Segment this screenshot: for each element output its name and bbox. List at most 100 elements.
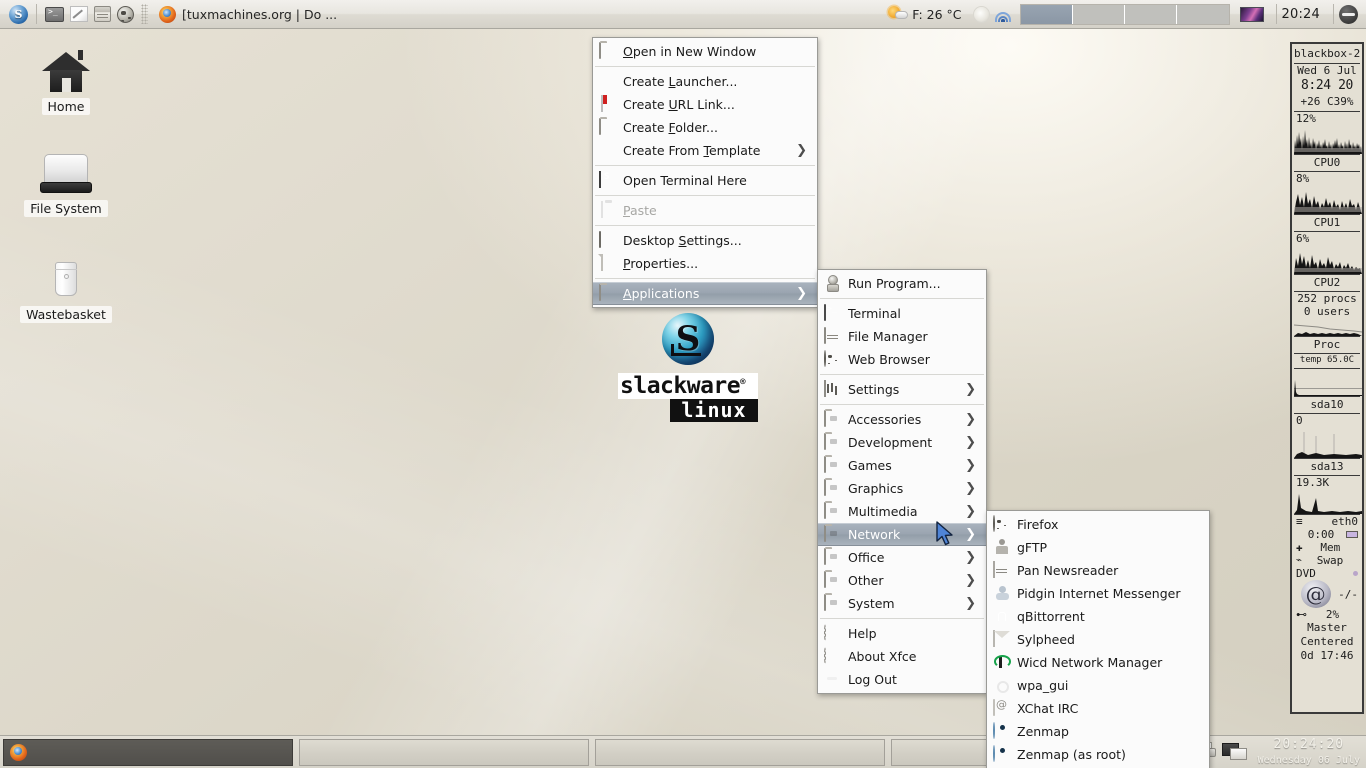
menu-item-games[interactable]: Games ❯ — [818, 454, 986, 477]
wifi-signal-icon[interactable] — [994, 7, 1012, 22]
menu-item-accessories[interactable]: Accessories ❯ — [818, 408, 986, 431]
menu-item-pan-newsreader[interactable]: Pan Newsreader — [987, 559, 1209, 582]
battery-icon — [1346, 531, 1358, 539]
menu-item-open-in-new-window[interactable]: Open in New Window — [593, 40, 817, 63]
brightness-icon[interactable] — [973, 6, 989, 22]
menu-item-create-url-link[interactable]: Create URL Link... — [593, 93, 817, 116]
folder-icon — [599, 42, 616, 60]
workspace-1[interactable] — [1020, 4, 1073, 24]
panel-separator — [1333, 4, 1334, 24]
menu-item-properties[interactable]: Properties... — [593, 252, 817, 275]
conky-mem-label: Mem — [1320, 541, 1341, 555]
menu-item-office[interactable]: Office ❯ — [818, 546, 986, 569]
slackware-orb-icon: S — [662, 313, 714, 365]
desktop-root: S [tuxmachines.org | Do ... F: 26 °C — [0, 0, 1366, 768]
logout-icon[interactable] — [1339, 4, 1358, 24]
menu-item-log-out[interactable]: Log Out — [818, 668, 986, 691]
menu-item-create-launcher[interactable]: Create Launcher... — [593, 70, 817, 93]
chevron-right-icon: ❯ — [965, 435, 976, 450]
file-manager-icon — [824, 327, 841, 345]
panel-clock[interactable]: 20:24 — [1282, 7, 1320, 22]
file-manager-launcher[interactable] — [91, 1, 114, 28]
display-settings-icon[interactable] — [1221, 742, 1248, 762]
desktop-icon-label: File System — [24, 200, 108, 217]
menu-separator — [820, 404, 984, 405]
menu-item-zenmap[interactable]: Zenmap — [987, 720, 1209, 743]
menu-item-web-browser[interactable]: Web Browser — [818, 348, 986, 371]
swap-icon: ⌁ — [1296, 555, 1303, 567]
menu-item-help[interactable]: Help — [818, 622, 986, 645]
menu-item-desktop-settings[interactable]: Desktop Settings... — [593, 229, 817, 252]
conky-swap-row: ⌁ Swap — [1294, 554, 1360, 567]
top-panel: S [tuxmachines.org | Do ... F: 26 °C — [0, 0, 1366, 29]
workspace-2[interactable] — [1072, 4, 1125, 24]
menu-separator — [595, 195, 815, 196]
bottom-clock[interactable]: 20:24:20 Wednesday 06 July — [1258, 738, 1360, 766]
menu-item-qbittorrent[interactable]: qBittorrent — [987, 605, 1209, 628]
conky-net-graph — [1294, 490, 1362, 515]
menu-item-label: Log Out — [848, 672, 897, 687]
window-button-firefox[interactable]: [tuxmachines.org | Do ... — [156, 1, 340, 28]
desktop-icon-wastebasket[interactable]: Wastebasket — [6, 258, 126, 323]
menu-item-multimedia[interactable]: Multimedia ❯ — [818, 500, 986, 523]
menu-item-label: Help — [848, 626, 877, 641]
globe-icon — [824, 350, 841, 368]
menu-item-sylpheed[interactable]: Sylpheed — [987, 628, 1209, 651]
menu-item-run-program[interactable]: Run Program... — [818, 272, 986, 295]
image-thumbnail-icon[interactable] — [1239, 6, 1264, 22]
xchat-icon — [993, 699, 1010, 717]
panel-handle[interactable] — [141, 4, 148, 24]
conky-sda10-graph — [1294, 370, 1362, 397]
menu-item-open-terminal-here[interactable]: Open Terminal Here — [593, 169, 817, 192]
web-browser-launcher[interactable] — [114, 1, 137, 28]
menu-item-network[interactable]: Network ❯ — [818, 523, 986, 546]
menu-item-zenmap-as-root[interactable]: Zenmap (as root) — [987, 743, 1209, 766]
settings-icon — [824, 380, 841, 398]
menu-item-label: Settings — [848, 382, 900, 397]
taskbar-button-1[interactable] — [3, 738, 293, 766]
menu-item-gftp[interactable]: gFTP — [987, 536, 1209, 559]
menu-item-wpa-gui[interactable]: wpa_gui — [987, 674, 1209, 697]
globe-icon — [117, 5, 134, 23]
chevron-right-icon: ❯ — [965, 504, 976, 519]
disc-icon — [1353, 571, 1358, 577]
menu-item-about-xfce[interactable]: About Xfce — [818, 645, 986, 668]
workspace-switcher[interactable] — [1019, 3, 1230, 25]
menu-item-firefox[interactable]: Firefox — [987, 513, 1209, 536]
workspace-4[interactable] — [1176, 4, 1229, 24]
folder-icon — [824, 502, 841, 520]
chevron-right-icon: ❯ — [965, 458, 976, 473]
menu-item-xchat-irc[interactable]: XChat IRC — [987, 697, 1209, 720]
menu-item-pidgin[interactable]: Pidgin Internet Messenger — [987, 582, 1209, 605]
taskbar-button-2[interactable] — [299, 738, 589, 766]
menu-item-label: About Xfce — [848, 649, 917, 664]
menu-item-development[interactable]: Development ❯ — [818, 431, 986, 454]
menu-item-label: Sylpheed — [1017, 632, 1075, 647]
slackware-menu-button[interactable]: S — [0, 1, 31, 28]
menu-item-settings[interactable]: Settings ❯ — [818, 378, 986, 401]
conky-net-row: ≡ eth0 — [1294, 515, 1360, 528]
wicd-icon — [993, 654, 1010, 671]
desktop-icon-file-system[interactable]: File System — [6, 152, 126, 217]
menu-item-file-manager[interactable]: File Manager — [818, 325, 986, 348]
menu-item-terminal[interactable]: Terminal — [818, 302, 986, 325]
taskbar-button-3[interactable] — [595, 738, 885, 766]
menu-item-applications[interactable]: Applications ❯ — [593, 282, 817, 305]
menu-item-create-folder[interactable]: Create Folder... — [593, 116, 817, 139]
menu-separator — [820, 298, 984, 299]
workspace-3[interactable] — [1124, 4, 1177, 24]
menu-item-label: Games — [848, 458, 892, 473]
terminal-launcher[interactable] — [42, 1, 67, 28]
plus-icon: ✚ — [1296, 541, 1303, 555]
blank-icon — [599, 142, 616, 159]
menu-item-label: Pan Newsreader — [1017, 563, 1119, 578]
menu-item-graphics[interactable]: Graphics ❯ — [818, 477, 986, 500]
menu-item-other[interactable]: Other ❯ — [818, 569, 986, 592]
window-button-title: [tuxmachines.org | Do ... — [182, 6, 338, 22]
conky-cpu2-label: CPU2 — [1294, 273, 1360, 292]
editor-launcher[interactable] — [67, 1, 91, 28]
menu-item-system[interactable]: System ❯ — [818, 592, 986, 615]
menu-item-wicd-network-manager[interactable]: Wicd Network Manager — [987, 651, 1209, 674]
menu-item-create-from-template[interactable]: Create From Template ❯ — [593, 139, 817, 162]
desktop-icon-home[interactable]: Home — [6, 50, 126, 115]
